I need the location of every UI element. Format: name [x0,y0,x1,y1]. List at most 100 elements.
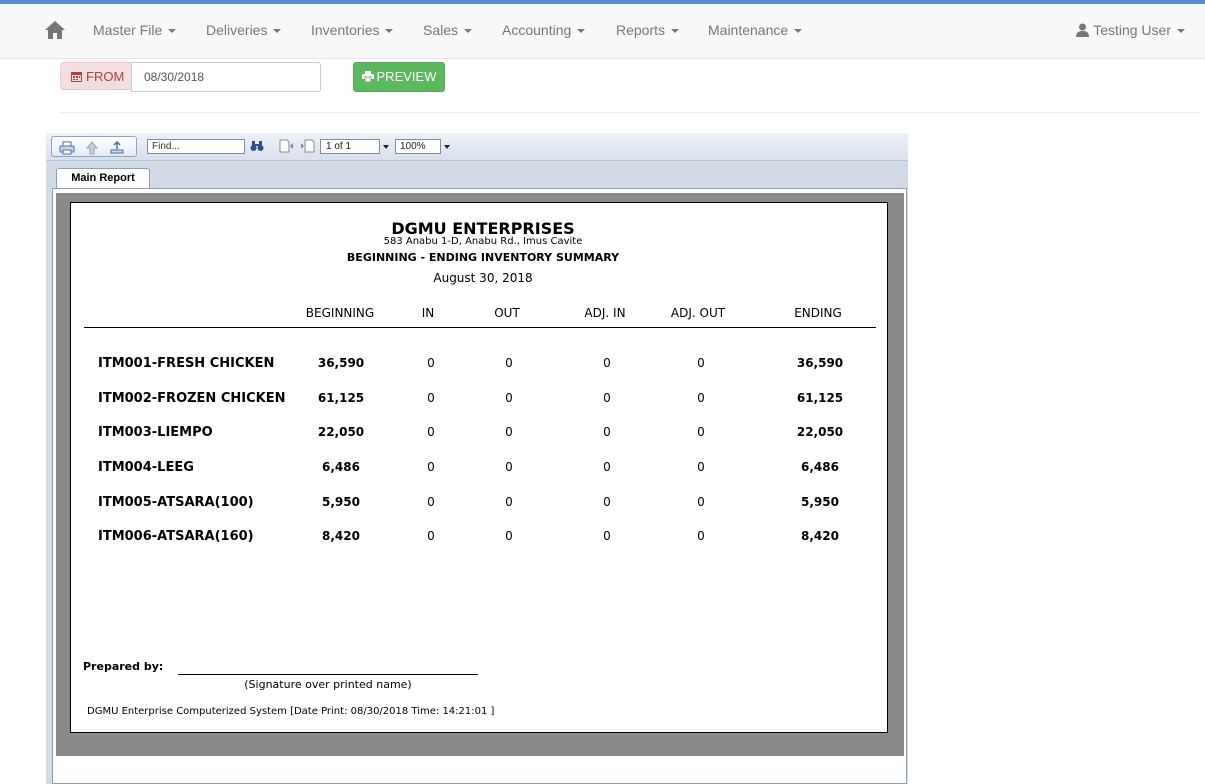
row-adj-out: 0 [697,495,705,509]
row-ending: 6,486 [801,460,839,474]
caret-down-icon [168,29,177,34]
row-out: 0 [505,356,513,370]
row-adj-out: 0 [697,391,705,405]
report-address: 583 Anabu 1-D, Anabu Rd., Imus Cavite [383,236,583,247]
column-header: IN [421,306,435,320]
nav-label: Maintenance [708,22,789,38]
row-in: 0 [427,356,435,370]
row-out: 0 [505,391,513,405]
report-panel: DGMU ENTERPRISES 583 Anabu 1-D, Anabu Rd… [52,188,907,784]
row-in: 0 [427,495,435,509]
nav-maintenance[interactable]: Maintenance [708,22,803,38]
from-date-input[interactable] [131,62,321,92]
row-adj-in: 0 [603,391,611,405]
nav-label: Reports [616,22,666,38]
nav-label: Sales [423,22,459,38]
row-item: ITM001-FRESH CHICKEN [98,356,275,371]
header-rule [84,327,876,328]
row-out: 0 [505,460,513,474]
home-icon[interactable] [44,20,66,40]
nav-sales[interactable]: Sales [423,22,473,38]
page-dropdown-arrow-icon[interactable] [383,145,389,149]
column-header: ADJ. IN [584,306,626,320]
column-header: ADJ. OUT [670,306,726,320]
row-beginning: 5,950 [322,495,360,509]
preview-button[interactable]: PREVIEW [353,62,445,92]
from-label-text: FROM [86,69,125,84]
caret-down-icon [385,29,394,34]
row-ending: 36,590 [796,356,844,370]
zoom-dropdown-arrow-icon[interactable] [444,145,450,149]
user-icon [1076,23,1090,37]
toolbar-button-group [51,136,137,157]
row-item: ITM002-FROZEN CHICKEN [98,391,286,406]
row-ending: 22,050 [796,425,844,439]
row-beginning: 61,125 [317,391,365,405]
calendar-icon [71,72,82,82]
nav-label: Deliveries [206,22,268,38]
row-item: ITM006-ATSARA(160) [98,529,254,544]
row-adj-in: 0 [603,425,611,439]
row-item: ITM003-LIEMPO [98,425,213,440]
row-out: 0 [505,529,513,543]
caret-down-icon [464,29,473,34]
caret-down-icon [794,29,803,34]
row-beginning: 6,486 [322,460,360,474]
tab-strip: Main Report [46,161,908,188]
print-icon[interactable] [59,141,75,155]
page-selector[interactable]: 1 of 1 [320,139,380,154]
nav-master-file[interactable]: Master File [93,22,177,38]
up-arrow-icon[interactable] [84,141,100,155]
row-beginning: 36,590 [317,356,365,370]
row-item: ITM005-ATSARA(100) [98,495,254,510]
find-input[interactable]: Find... [147,139,245,154]
signature-caption: (Signature over printed name) [244,678,412,691]
caret-down-icon [671,29,680,34]
tab-main-report[interactable]: Main Report [56,168,150,188]
nav-inventories[interactable]: Inventories [311,22,394,38]
nav-reports[interactable]: Reports [616,22,680,38]
caret-down-icon [273,29,282,34]
export-icon[interactable] [109,141,125,155]
report-canvas: DGMU ENTERPRISES 583 Anabu 1-D, Anabu Rd… [56,193,904,756]
report-date: August 30, 2018 [433,271,533,285]
nav-label: Master File [93,22,163,38]
column-header: OUT [494,306,520,320]
report-viewer: Find... 1 of 1 100% Main Report DGMU ENT… [46,133,908,784]
row-beginning: 8,420 [322,529,360,543]
row-item: ITM004-LEEG [98,460,194,475]
zoom-selector[interactable]: 100% [395,139,441,154]
column-header: ENDING [794,306,842,320]
signature-line [178,674,478,675]
nav-deliveries[interactable]: Deliveries [206,22,282,38]
report-page: DGMU ENTERPRISES 583 Anabu 1-D, Anabu Rd… [70,202,888,733]
user-name: Testing User [1093,22,1171,38]
nav-accounting[interactable]: Accounting [502,22,586,38]
navbar: Master File Deliveries Inventories Sales… [0,4,1205,59]
row-in: 0 [427,425,435,439]
print-icon [361,71,374,83]
row-adj-in: 0 [603,460,611,474]
preview-label: PREVIEW [376,69,437,84]
row-out: 0 [505,495,513,509]
nav-label: Inventories [311,22,380,38]
report-title: BEGINNING - ENDING INVENTORY SUMMARY [346,251,620,264]
binoculars-icon[interactable] [250,139,264,153]
row-adj-in: 0 [603,495,611,509]
previous-page-icon[interactable] [278,139,294,153]
row-ending: 8,420 [801,529,839,543]
row-adj-in: 0 [603,356,611,370]
nav-label: Accounting [502,22,572,38]
row-ending: 5,950 [801,495,839,509]
row-in: 0 [427,460,435,474]
next-page-icon[interactable] [300,139,316,153]
row-beginning: 22,050 [317,425,365,439]
row-in: 0 [427,391,435,405]
caret-down-icon [1177,29,1185,34]
row-adj-out: 0 [697,425,705,439]
row-adj-out: 0 [697,529,705,543]
row-ending: 61,125 [796,391,844,405]
user-menu[interactable]: Testing User [1076,22,1185,38]
row-adj-out: 0 [697,356,705,370]
row-adj-in: 0 [603,529,611,543]
